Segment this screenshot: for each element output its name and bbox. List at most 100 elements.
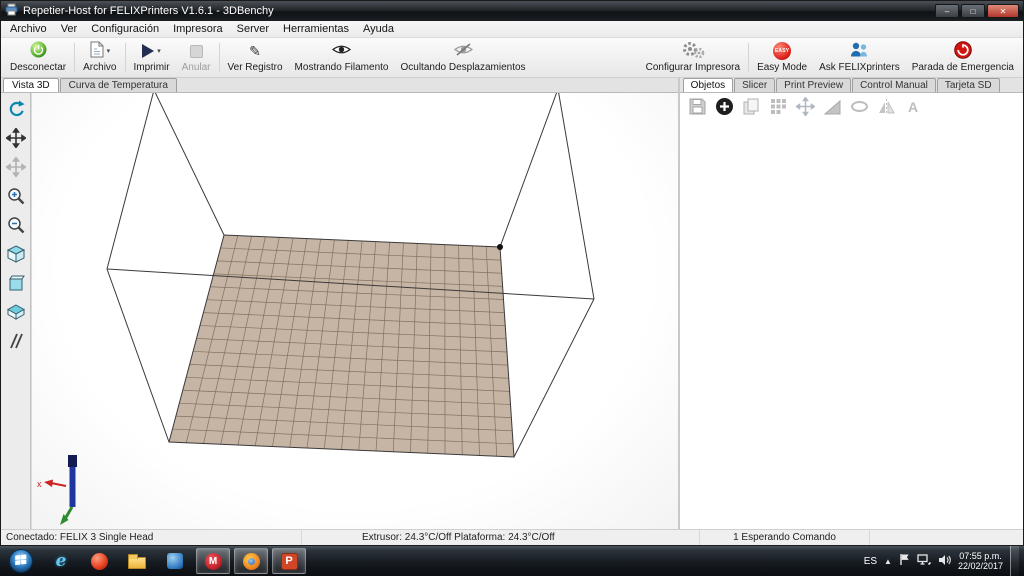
status-queue: 1 Esperando Comando	[699, 530, 869, 545]
move-viewpoint-button[interactable]	[4, 126, 28, 150]
print-button[interactable]: ▾ Imprimir	[128, 39, 176, 76]
menu-ver[interactable]: Ver	[54, 21, 85, 37]
right-panel-tabs: Objetos Slicer Print Preview Control Man…	[679, 78, 1023, 93]
3d-viewport[interactable]: x	[31, 93, 678, 529]
stop-icon	[189, 44, 203, 58]
x-axis-label: x	[37, 479, 42, 489]
blue-app-icon[interactable]	[158, 548, 192, 574]
hide-travel-button[interactable]: Ocultando Desplazamientos	[394, 39, 531, 76]
toolbar-separator	[748, 43, 750, 72]
taskbar-clock[interactable]: 07:55 p.m. 22/02/2017	[958, 551, 1003, 571]
svg-text:A: A	[908, 99, 918, 115]
toggle-log-button[interactable]: ✎ Ver Registro	[222, 39, 289, 76]
tab-print-preview[interactable]: Print Preview	[776, 78, 852, 92]
gears-icon	[681, 41, 705, 62]
menu-bar: Archivo Ver Configuración Impresora Serv…	[1, 21, 1023, 38]
print-bed	[168, 234, 515, 458]
save-button[interactable]	[688, 97, 707, 119]
main-toolbar: Desconectar ▾ Archivo ▾ Imprimir Anular …	[1, 38, 1023, 78]
menu-server[interactable]: Server	[230, 21, 276, 37]
right-panel: Objetos Slicer Print Preview Control Man…	[677, 78, 1023, 529]
language-indicator[interactable]: ES	[864, 556, 877, 567]
ask-felixprinters-button[interactable]: Ask FELIXprinters	[813, 39, 906, 76]
maximize-button[interactable]: □	[961, 4, 985, 18]
tab-tarjeta-sd[interactable]: Tarjeta SD	[936, 78, 1000, 92]
network-icon[interactable]	[917, 553, 932, 569]
object-analysis-button[interactable]: A	[904, 97, 923, 119]
toolbar-separator	[74, 43, 76, 72]
window-title: Repetier-Host for FELIXPrinters V1.6.1 -…	[23, 5, 274, 17]
easy-mode-icon: EASY	[773, 42, 792, 60]
chevron-down-icon[interactable]: ▾	[157, 48, 161, 55]
tab-objetos[interactable]: Objetos	[682, 78, 734, 92]
autoposition-button[interactable]	[769, 97, 788, 119]
mirror-object-button[interactable]	[877, 97, 896, 119]
power-icon	[30, 41, 47, 61]
menu-impresora[interactable]: Impresora	[166, 21, 230, 37]
center-object-button[interactable]	[794, 96, 816, 119]
front-view-button[interactable]	[4, 271, 28, 295]
main-area: Vista 3D Curva de Temperatura x Objetos …	[1, 78, 1023, 529]
app-icon	[5, 3, 18, 19]
top-view-button[interactable]	[4, 300, 28, 324]
copy-object-button[interactable]	[742, 97, 761, 119]
scale-object-button[interactable]	[823, 97, 842, 119]
chevron-down-icon[interactable]: ▾	[107, 48, 111, 55]
isometric-view-button[interactable]	[4, 242, 28, 266]
play-icon	[142, 44, 155, 58]
application-window: Repetier-Host for FELIXPrinters V1.6.1 -…	[0, 0, 1024, 546]
show-filament-button[interactable]: Mostrando Filamento	[289, 39, 395, 76]
status-temperatures: Extrusor: 24.3°C/Off Plataforma: 24.3°C/…	[301, 530, 699, 545]
file-icon	[90, 41, 104, 61]
pencil-icon: ✎	[249, 43, 261, 59]
toggle-projection-button[interactable]	[4, 329, 28, 353]
view-tabs: Vista 3D Curva de Temperatura	[1, 78, 678, 93]
add-object-button[interactable]	[715, 97, 734, 119]
firefox-icon[interactable]	[234, 548, 268, 574]
system-tray: ES ▲ 07:55 p.m. 22/02/2017	[864, 546, 1022, 576]
tab-control-manual[interactable]: Control Manual	[852, 78, 936, 92]
move-object-button[interactable]	[4, 155, 28, 179]
explorer-folder-icon[interactable]	[120, 548, 154, 574]
volume-icon[interactable]	[938, 554, 951, 569]
eye-off-icon	[453, 43, 473, 59]
menu-configuracion[interactable]: Configuración	[84, 21, 166, 37]
tab-slicer[interactable]: Slicer	[734, 78, 776, 92]
makerware-icon[interactable]: M	[196, 548, 230, 574]
easy-mode-button[interactable]: EASY Easy Mode	[751, 39, 813, 76]
print-bed-scene[interactable]: x	[32, 93, 678, 531]
tab-vista-3d[interactable]: Vista 3D	[3, 78, 59, 92]
axis-indicator: x	[37, 455, 77, 525]
rotate-object-button[interactable]	[850, 97, 869, 119]
tray-expand-icon[interactable]: ▲	[884, 557, 892, 566]
printer-settings-button[interactable]: Configurar Impresora	[640, 39, 746, 76]
disconnect-button[interactable]: Desconectar	[4, 39, 72, 76]
minimize-button[interactable]: –	[935, 4, 959, 18]
zoom-out-button[interactable]	[4, 213, 28, 237]
show-desktop-button[interactable]	[1010, 546, 1019, 576]
eye-icon	[331, 43, 352, 59]
menu-ayuda[interactable]: Ayuda	[356, 21, 401, 37]
ie-icon[interactable]: e	[44, 548, 78, 574]
toolbar-separator	[218, 43, 220, 72]
windows-taskbar: e M P ES ▲ 07:55 p.m. 22/02/2017	[0, 546, 1024, 576]
tab-curva-temperatura[interactable]: Curva de Temperatura	[59, 78, 177, 92]
red-app-icon[interactable]	[82, 548, 116, 574]
menu-archivo[interactable]: Archivo	[3, 21, 54, 37]
emergency-stop-icon	[954, 40, 972, 62]
action-center-icon[interactable]	[899, 553, 910, 569]
menu-herramientas[interactable]: Herramientas	[276, 21, 356, 37]
zoom-in-button[interactable]	[4, 184, 28, 208]
object-list-area	[679, 123, 1023, 529]
powerpoint-icon[interactable]: P	[272, 548, 306, 574]
rotate-view-button[interactable]	[4, 97, 28, 121]
clock-time: 07:55 p.m.	[959, 551, 1002, 561]
status-connection: Conectado: FELIX 3 Single Head	[6, 532, 154, 543]
start-button[interactable]	[2, 548, 40, 574]
object-toolbar: A	[679, 93, 1023, 123]
emergency-stop-button[interactable]: Parada de Emergencia	[906, 39, 1020, 76]
toolbar-separator	[124, 43, 126, 72]
title-bar: Repetier-Host for FELIXPrinters V1.6.1 -…	[1, 1, 1023, 21]
load-file-button[interactable]: ▾ Archivo	[77, 39, 122, 76]
close-button[interactable]: ✕	[987, 4, 1019, 18]
